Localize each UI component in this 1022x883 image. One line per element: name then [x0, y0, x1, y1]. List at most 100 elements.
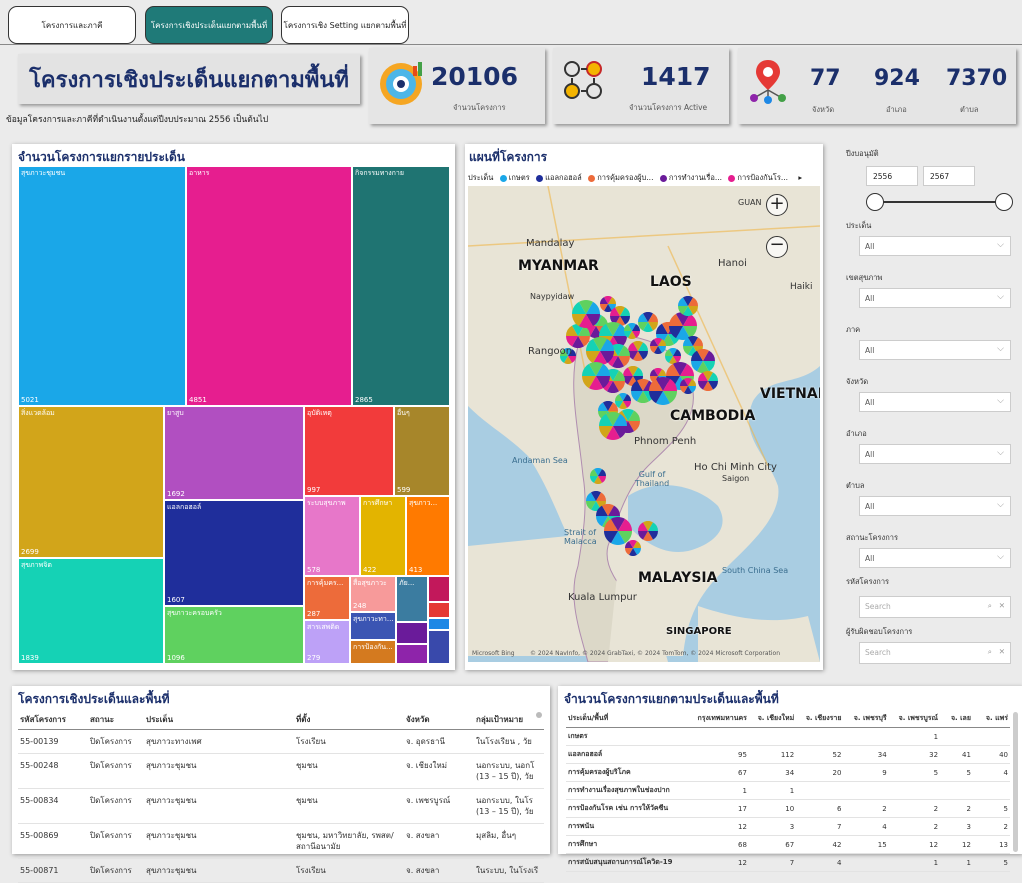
matrix-header[interactable]: จ. แพร่	[973, 710, 1010, 728]
legend-item[interactable]: แอลกอฮอล์	[545, 173, 582, 182]
map-pie-marker[interactable]	[678, 296, 698, 316]
year-to-input[interactable]: 2567	[923, 166, 975, 186]
map-pie-marker[interactable]	[599, 412, 627, 440]
map-pie-marker[interactable]	[650, 338, 666, 354]
matrix-header[interactable]: กรุงเทพมหานคร	[689, 710, 749, 728]
legend-next-icon[interactable]: ▸	[798, 173, 802, 182]
matrix-row[interactable]: การคุ้มครองผู้บริโภค 67 34 20 9 5 5 4	[566, 764, 1010, 782]
matrix-header[interactable]: จ. เพชรบุรี	[843, 710, 888, 728]
treemap-tile[interactable]: กิจกรรมทางกาย 2865	[352, 166, 450, 406]
tab-projects-partners[interactable]: โครงการและภาคี	[8, 6, 136, 44]
map-pie-marker[interactable]	[698, 371, 718, 391]
map-pie-marker[interactable]	[638, 312, 658, 332]
treemap-tile[interactable]: สุขภาว... 413	[406, 496, 450, 576]
legend-item[interactable]: การคุ้มครองผู้บ...	[597, 173, 653, 182]
matrix-row[interactable]: เกษตร 1	[566, 728, 1010, 746]
table-header[interactable]: รหัสโครงการ	[18, 710, 88, 730]
matrix-header[interactable]: ประเด็น/พื้นที่	[566, 710, 689, 728]
filter-health-zone-select[interactable]: All ⌵	[859, 288, 1011, 308]
treemap-tile-small[interactable]	[396, 622, 428, 644]
map-pie-marker[interactable]	[691, 349, 715, 373]
filter-status-select[interactable]: All ⌵	[859, 548, 1011, 568]
matrix-cell: 4	[1003, 768, 1008, 777]
treemap-tile[interactable]: ยาสูบ 1692	[164, 406, 304, 500]
filter-code-search[interactable]: Search ⌕ ✕	[859, 596, 1011, 618]
filter-district-select[interactable]: All ⌵	[859, 444, 1011, 464]
matrix-scrollbar[interactable]	[1013, 712, 1018, 852]
filter-issue-select[interactable]: All ⌵	[859, 236, 1011, 256]
table-header[interactable]: ที่ตั้ง	[294, 710, 404, 730]
treemap-tile[interactable]: การป้องกัน...	[350, 640, 396, 664]
tab-issue-area[interactable]: โครงการเชิงประเด็นแยกตามพื้นที่	[145, 6, 273, 44]
treemap-tile-small[interactable]	[428, 618, 450, 630]
treemap-tile-small[interactable]	[396, 644, 428, 664]
legend-item[interactable]: เกษตร	[509, 173, 530, 182]
clear-icon[interactable]: ✕	[999, 601, 1005, 610]
matrix-row[interactable]: การพนัน 12 3 7 4 2 3 2	[566, 818, 1010, 836]
map-title: แผนที่โครงการ	[469, 150, 548, 164]
table-row[interactable]: 55-00869 ปิดโครงการ สุขภาวะชุมชน ชุมชน, มหา…	[18, 824, 544, 859]
map-pie-marker[interactable]	[572, 300, 600, 328]
clear-icon[interactable]: ✕	[999, 647, 1005, 656]
legend-item[interactable]: การทำงานเรื่อ...	[669, 173, 722, 182]
table-header[interactable]: กลุ่มเป้าหมาย	[474, 710, 544, 730]
map-pie-marker[interactable]	[582, 362, 610, 390]
treemap-tile-value: 2865	[355, 396, 373, 404]
treemap-tile[interactable]: สุขภาวะทา...	[350, 612, 396, 640]
matrix-row[interactable]: การสนับสนุนสถานการณ์โควิด-19 12 7 4 1 1 5	[566, 854, 1010, 872]
treemap-tile[interactable]: อุบัติเหตุ 997	[304, 406, 394, 496]
filter-province-select[interactable]: All ⌵	[859, 392, 1011, 412]
tab-setting-area[interactable]: โครงการเชิง Setting แยกตามพื้นที่	[281, 6, 409, 44]
table-row[interactable]: 55-00248 ปิดโครงการ สุขภาวะชุมชน ชุมชน จ. เช…	[18, 754, 544, 789]
treemap-tile[interactable]: อื่นๆ 599	[394, 406, 450, 496]
matrix-header[interactable]: จ. เชียงราย	[796, 710, 843, 728]
map-pie-marker[interactable]	[625, 540, 641, 556]
treemap-tile[interactable]: สารเสพติด 279	[304, 620, 350, 664]
table-header[interactable]: ประเด็น	[144, 710, 294, 730]
year-slider-handle-start[interactable]	[866, 193, 884, 211]
map-pie-marker[interactable]	[680, 378, 696, 394]
map-pie-marker[interactable]	[649, 377, 677, 405]
matrix-row[interactable]: การศึกษา 68 67 42 15 12 12 13	[566, 836, 1010, 854]
map-pie-marker[interactable]	[638, 521, 658, 541]
matrix-cell: 1	[789, 786, 795, 795]
year-slider-handle-end[interactable]	[995, 193, 1013, 211]
matrix-row[interactable]: แอลกอฮอล์ 95 112 52 34 32 41 40	[566, 746, 1010, 764]
table-row[interactable]: 55-00834 ปิดโครงการ สุขภาวะชุมชน ชุมชน จ. เพ…	[18, 789, 544, 824]
treemap-tile[interactable]: การศึกษา 422	[360, 496, 406, 576]
map-pie-marker[interactable]	[590, 468, 606, 484]
map-pie-marker[interactable]	[628, 341, 648, 361]
zoom-in-button[interactable]: +	[766, 194, 788, 216]
filter-owner-search[interactable]: Search ⌕ ✕	[859, 642, 1011, 664]
map-view[interactable]: MYANMAR LAOS VIETNAM CAMBODIA MALAYSIA S…	[468, 186, 820, 662]
matrix-row[interactable]: การทำงานเรื่องสุขภาพในช่องปาก 1 1	[566, 782, 1010, 800]
treemap-tile[interactable]: สุขภาวะครอบครัว 1096	[164, 606, 304, 664]
table-row[interactable]: 55-00139 ปิดโครงการ สุขภาวะทางเพศ โรงเรียน จ…	[18, 730, 544, 754]
table-header[interactable]: สถานะ	[88, 710, 144, 730]
legend-item[interactable]: การป้องกันโร...	[737, 173, 788, 182]
treemap-tile-small[interactable]	[428, 630, 450, 664]
matrix-header[interactable]: จ. เชียงใหม่	[749, 710, 796, 728]
treemap-tile[interactable]: ภัย...	[396, 576, 428, 622]
matrix-row[interactable]: การป้องกันโรค เช่น การให้วัคซีน 17 10 6 2 2 2 5	[566, 800, 1010, 818]
treemap-tile[interactable]: สุขภาพจิต 1839	[18, 558, 164, 664]
treemap-tile[interactable]: สุขภาวะชุมชน 5021	[18, 166, 186, 406]
treemap-tile-small[interactable]	[428, 576, 450, 602]
treemap-tile[interactable]: สิ่งแวดล้อม 2699	[18, 406, 164, 558]
matrix-header[interactable]: จ. เลย	[940, 710, 973, 728]
treemap-tile[interactable]: การคุ้มคร... 287	[304, 576, 350, 620]
table-header[interactable]: จังหวัด	[404, 710, 474, 730]
map-pie-marker[interactable]	[586, 337, 614, 365]
filter-subdistrict-select[interactable]: All ⌵	[859, 496, 1011, 516]
treemap-tile[interactable]: แอลกอฮอล์ 1607	[164, 500, 304, 606]
treemap-tile[interactable]: สื่อสุขภาวะ 248	[350, 576, 396, 612]
treemap-tile[interactable]: ระบบสุขภาพ 578	[304, 496, 360, 576]
filter-subdistrict-label: ตำบล	[846, 481, 865, 490]
treemap-tile[interactable]: อาหาร 4851	[186, 166, 352, 406]
table-row[interactable]: 55-00871 ปิดโครงการ สุขภาวะชุมชน โรงเรียน จ.…	[18, 859, 544, 883]
matrix-header[interactable]: จ. เพชรบูรณ์	[889, 710, 940, 728]
year-from-input[interactable]: 2556	[866, 166, 918, 186]
zoom-out-button[interactable]: −	[766, 236, 788, 258]
filter-region-select[interactable]: All ⌵	[859, 340, 1011, 360]
treemap-tile-small[interactable]	[428, 602, 450, 618]
